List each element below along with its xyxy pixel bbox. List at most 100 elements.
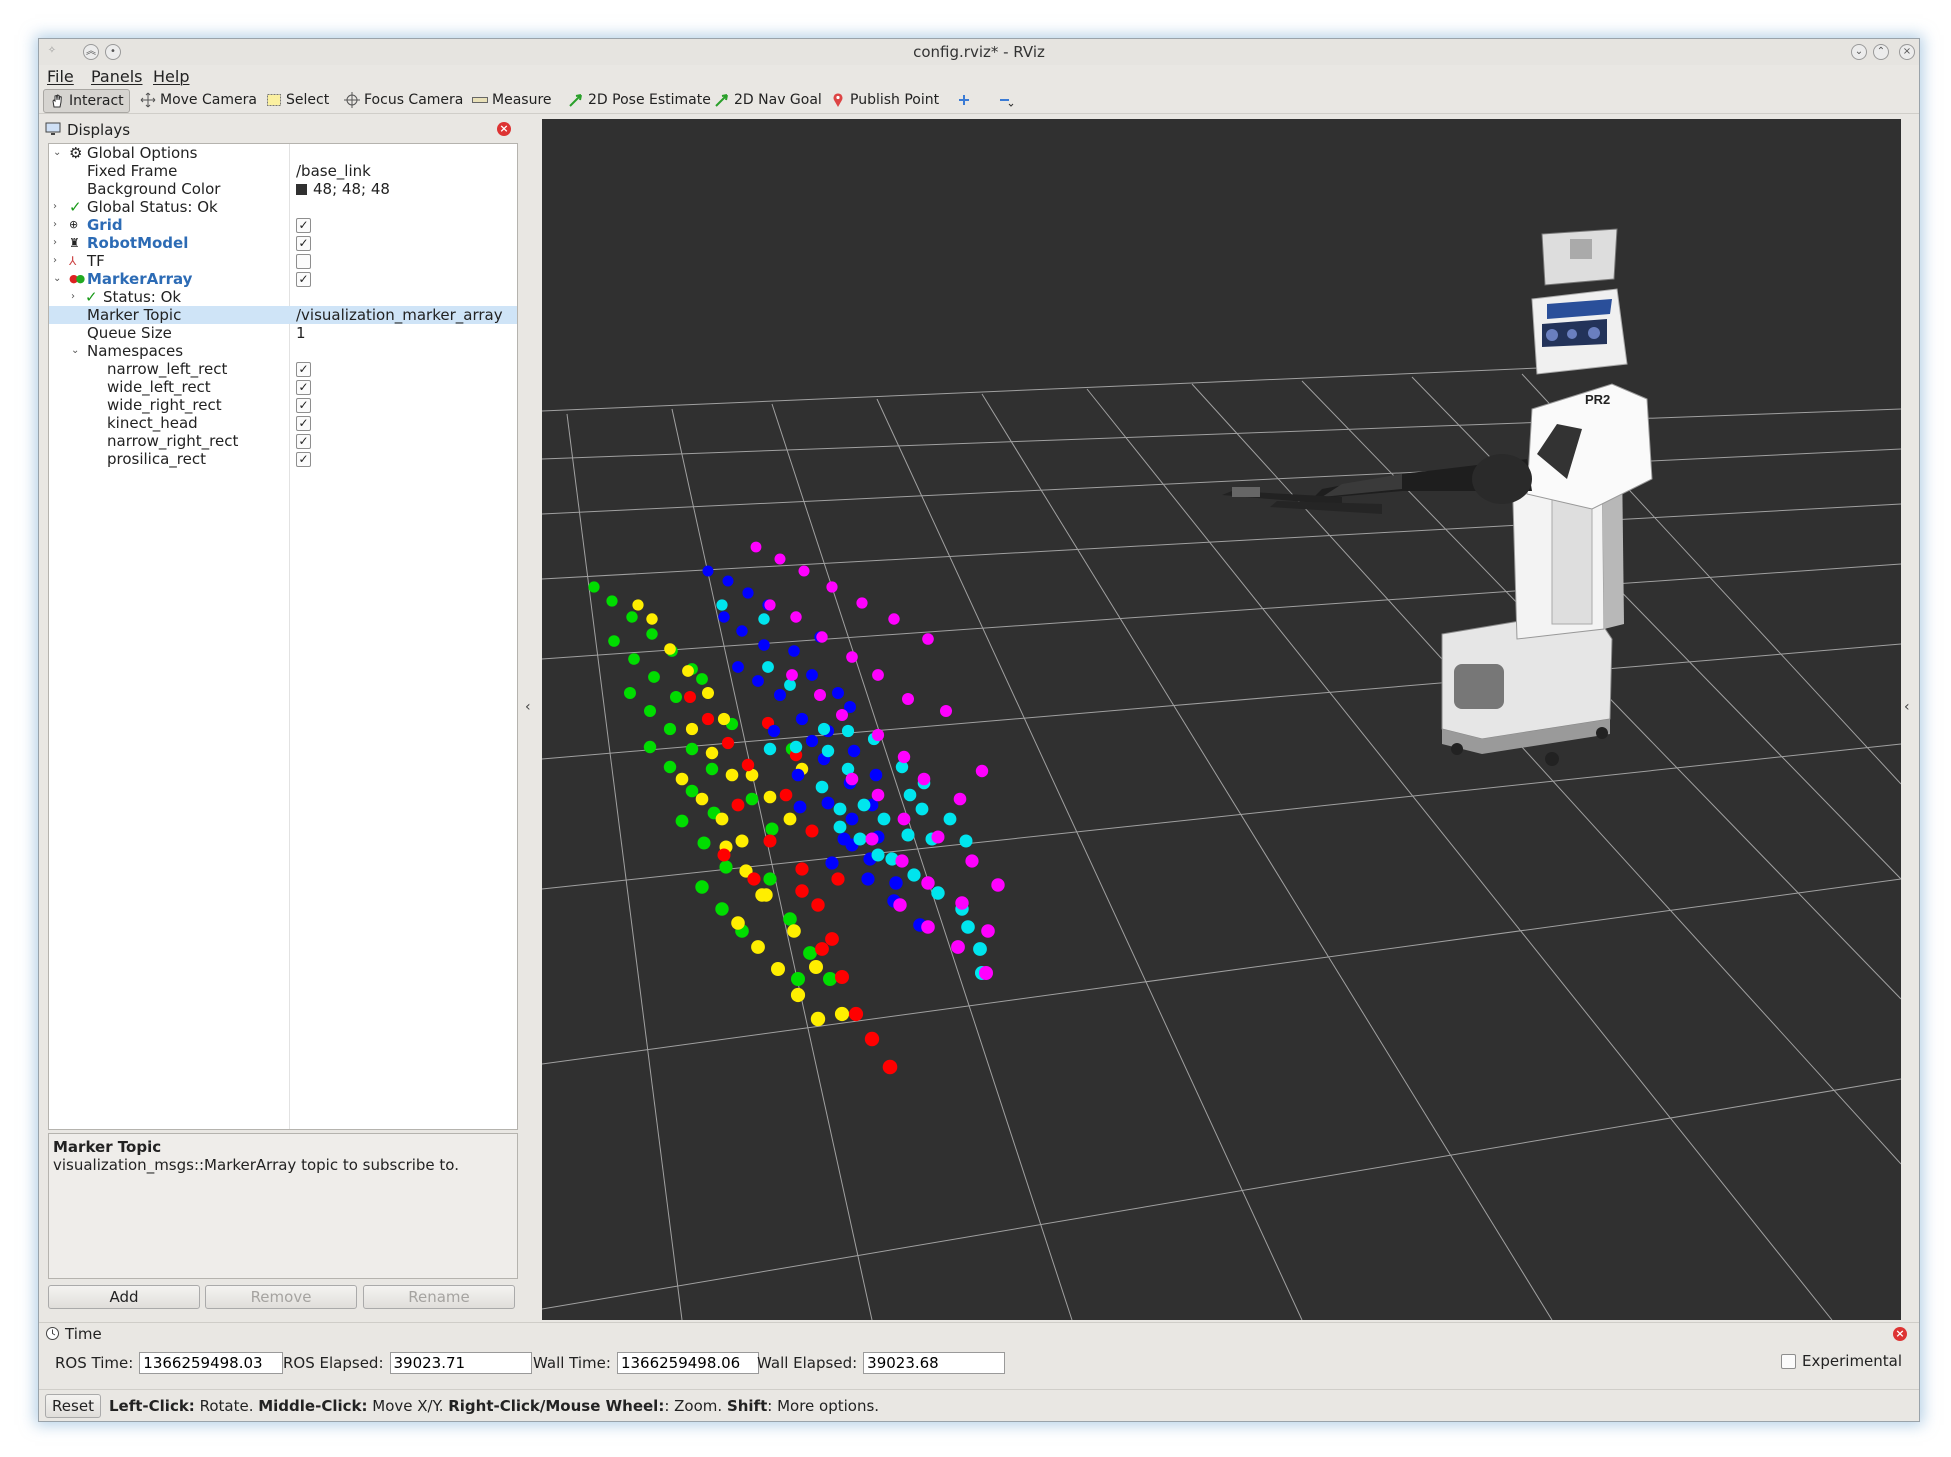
expand-arrow-icon[interactable]: › <box>53 252 57 270</box>
add-button[interactable]: Add <box>48 1285 200 1309</box>
namespace-checkbox[interactable]: ✓ <box>296 452 311 467</box>
marker-sphere <box>752 675 764 687</box>
tree-row-namespace[interactable]: kinect_head ✓ <box>49 414 517 432</box>
expand-arrow-icon[interactable]: › <box>53 216 57 234</box>
experimental-checkbox[interactable] <box>1781 1353 1796 1369</box>
hint-middle-click: Middle-Click: <box>258 1397 368 1415</box>
tool-focus-camera[interactable]: Focus Camera <box>339 89 468 111</box>
tree-row-fixed-frame[interactable]: Fixed Frame /base_link <box>49 162 517 180</box>
reset-button[interactable]: Reset <box>45 1394 101 1418</box>
tree-row-grid[interactable]: › ⊕ Grid ✓ <box>49 216 517 234</box>
marker-sphere <box>832 687 844 699</box>
remove-button[interactable]: Remove <box>205 1285 357 1309</box>
namespace-checkbox[interactable]: ✓ <box>296 380 311 395</box>
close-window-icon[interactable]: × <box>1899 44 1915 60</box>
markerarray-checkbox[interactable]: ✓ <box>296 272 311 287</box>
tree-row-namespace[interactable]: wide_left_rect ✓ <box>49 378 517 396</box>
tree-row-global-options[interactable]: ⌄ ⚙ Global Options <box>49 144 517 162</box>
namespace-checkbox[interactable]: ✓ <box>296 434 311 449</box>
menu-file[interactable]: File <box>47 67 74 86</box>
grid-checkbox[interactable]: ✓ <box>296 218 311 233</box>
expand-arrow-icon[interactable]: › <box>53 198 57 216</box>
ros-elapsed-input[interactable] <box>389 1352 532 1374</box>
marker-sphere <box>719 860 733 874</box>
pose-arrow-icon <box>568 92 584 108</box>
robotmodel-checkbox[interactable]: ✓ <box>296 236 311 251</box>
namespace-checkbox[interactable]: ✓ <box>296 398 311 413</box>
wall-time-input[interactable] <box>616 1352 759 1374</box>
tree-key: prosilica_rect <box>107 450 206 468</box>
tool-2d-nav-goal[interactable]: 2D Nav Goal <box>709 89 827 111</box>
color-swatch[interactable] <box>296 184 307 195</box>
tool-measure[interactable]: Measure <box>467 89 557 111</box>
grid-icon: ⊕ <box>69 218 79 231</box>
menu-help[interactable]: Help <box>153 67 189 86</box>
marker-sphere <box>943 812 957 826</box>
tree-row-namespaces[interactable]: ⌄ Namespaces <box>49 342 517 360</box>
marker-sphere <box>901 828 915 842</box>
tree-row-background-color[interactable]: Background Color 48; 48; 48 <box>49 180 517 198</box>
menu-panels[interactable]: Panels <box>91 67 143 86</box>
marker-sphere <box>815 942 829 956</box>
tree-value[interactable]: /base_link <box>296 162 371 180</box>
marker-sphere <box>783 912 797 926</box>
tree-value[interactable]: /visualization_marker_array <box>296 306 503 324</box>
collapse-left-panel-icon[interactable]: ‹ <box>525 699 531 715</box>
tree-row-marker-topic[interactable]: Marker Topic /visualization_marker_array <box>49 306 517 324</box>
ros-time-input[interactable] <box>139 1352 284 1374</box>
marker-sphere <box>810 1011 826 1027</box>
tool-move-camera[interactable]: Move Camera <box>135 89 262 111</box>
marker-sphere <box>684 691 696 703</box>
tree-row-namespace[interactable]: wide_right_rect ✓ <box>49 396 517 414</box>
checkmark-icon: ✓ <box>85 288 98 306</box>
marker-sphere <box>646 628 658 640</box>
remove-tool-button[interactable] <box>993 89 1023 111</box>
collapse-arrow-icon[interactable]: ⌄ <box>71 342 79 360</box>
expand-arrow-icon[interactable]: › <box>71 288 75 306</box>
tree-row-status-ok[interactable]: › ✓ Status: Ok <box>49 288 517 306</box>
namespace-checkbox[interactable]: ✓ <box>296 362 311 377</box>
close-time-panel-icon[interactable]: × <box>1893 1327 1907 1341</box>
marker-sphere <box>588 581 600 593</box>
render-3d-view[interactable]: PR2 <box>542 119 1901 1320</box>
marker-sphere <box>715 812 729 826</box>
tool-2d-pose-estimate[interactable]: 2D Pose Estimate <box>563 89 716 111</box>
tree-row-global-status[interactable]: › ✓ Global Status: Ok <box>49 198 517 216</box>
tree-row-tf[interactable]: › ⅄ TF <box>49 252 517 270</box>
marker-sphere <box>833 802 847 816</box>
maximize-icon[interactable]: ⌃ <box>1873 44 1889 60</box>
collapse-arrow-icon[interactable]: ⌄ <box>53 270 61 288</box>
minimize-icon[interactable]: ⌄ <box>1851 44 1867 60</box>
tree-value[interactable]: 1 <box>296 324 306 342</box>
tool-publish-point[interactable]: Publish Point <box>825 89 944 111</box>
marker-sphere <box>751 940 765 954</box>
tree-row-namespace[interactable]: prosilica_rect ✓ <box>49 450 517 468</box>
title-bar: ✧ ︽ • config.rviz* - RViz ⌄ ⌃ × <box>39 39 1919 66</box>
tree-row-robotmodel[interactable]: › ♜ RobotModel ✓ <box>49 234 517 252</box>
wall-elapsed-input[interactable] <box>863 1352 1006 1374</box>
namespace-checkbox[interactable]: ✓ <box>296 416 311 431</box>
rename-button[interactable]: Rename <box>363 1285 515 1309</box>
marker-sphere <box>975 764 989 778</box>
marker-sphere <box>856 597 868 609</box>
tool-interact[interactable]: Interact <box>43 89 130 113</box>
experimental-label: Experimental <box>1802 1352 1903 1370</box>
marker-sphere <box>791 768 805 782</box>
tree-row-queue-size[interactable]: Queue Size 1 <box>49 324 517 342</box>
rviz-window: ✧ ︽ • config.rviz* - RViz ⌄ ⌃ × File Pan… <box>38 38 1920 1422</box>
tree-value[interactable]: 48; 48; 48 <box>313 180 390 198</box>
marker-sphere <box>841 724 855 738</box>
tree-row-namespace[interactable]: narrow_right_rect ✓ <box>49 432 517 450</box>
tree-row-namespace[interactable]: narrow_left_rect ✓ <box>49 360 517 378</box>
tf-checkbox[interactable] <box>296 254 311 269</box>
expand-arrow-icon[interactable]: › <box>53 234 57 252</box>
add-tool-button[interactable] <box>951 89 981 111</box>
tool-select[interactable]: Select <box>261 89 334 111</box>
time-panel-header: Time × <box>39 1322 1919 1345</box>
tree-row-markerarray[interactable]: ⌄ ●● MarkerArray ✓ <box>49 270 517 288</box>
collapse-arrow-icon[interactable]: ⌄ <box>53 144 61 162</box>
marker-sphere <box>685 784 699 798</box>
collapse-right-panel-icon[interactable]: ‹ <box>1904 699 1910 715</box>
help-description: visualization_msgs::MarkerArray topic to… <box>53 1156 459 1174</box>
close-displays-icon[interactable]: × <box>497 122 511 136</box>
